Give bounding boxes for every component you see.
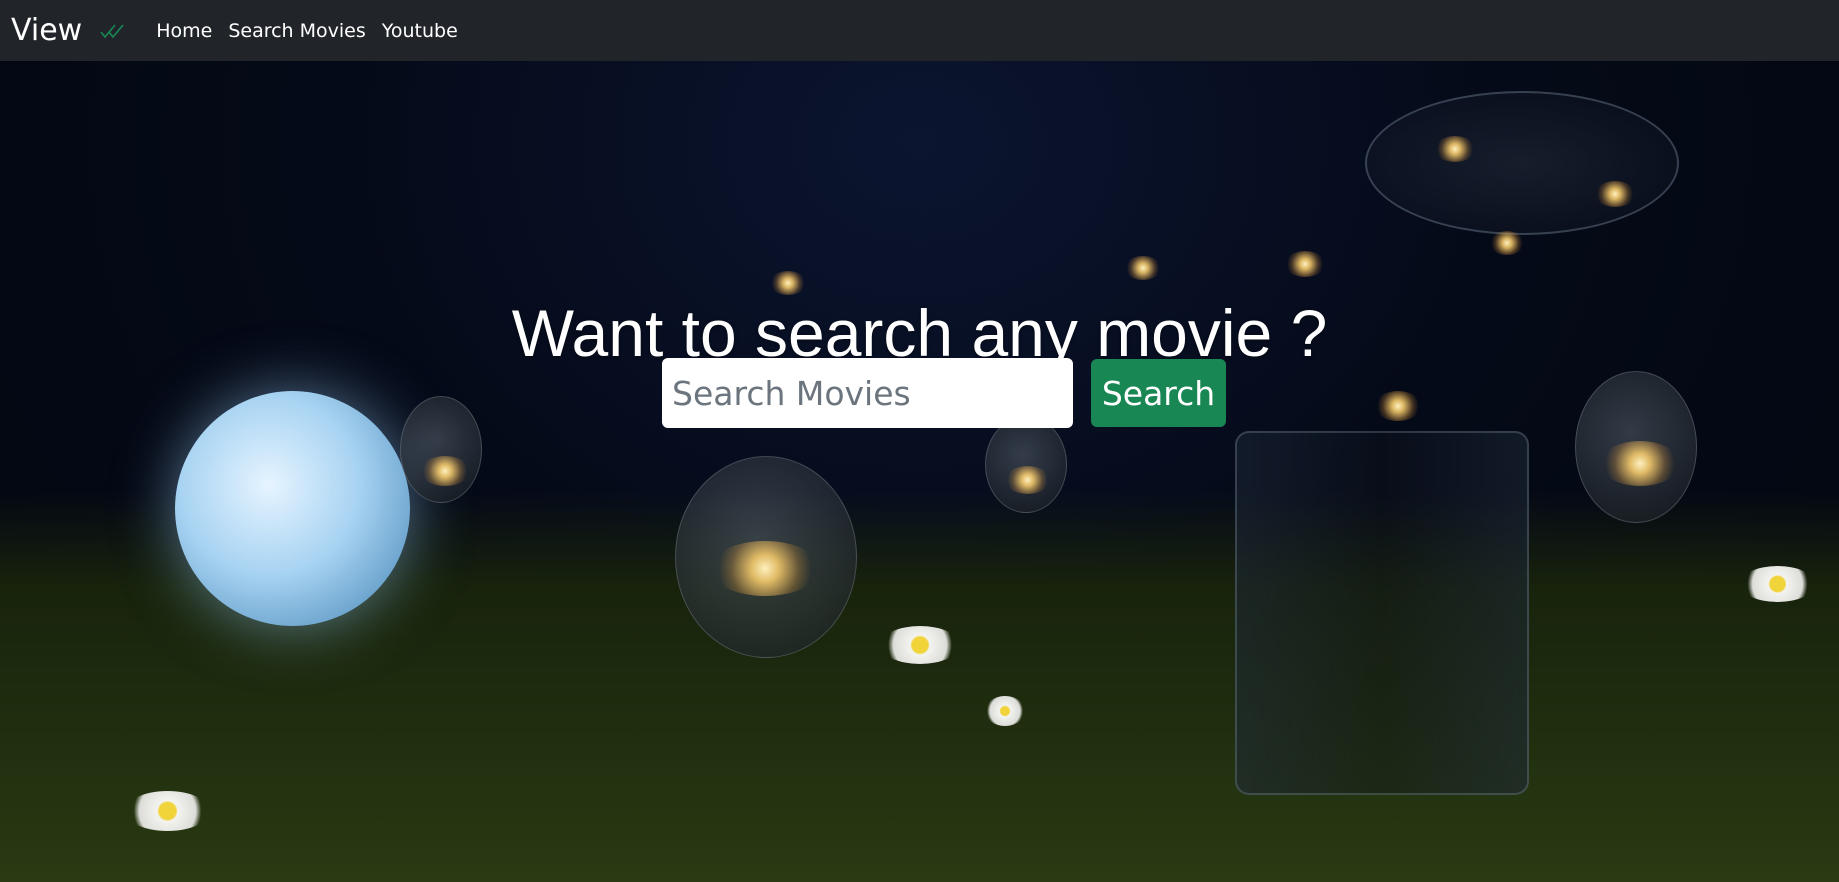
daisy-flower <box>1740 566 1815 602</box>
firefly-glow <box>1375 391 1421 421</box>
daisy-flower <box>880 626 960 664</box>
firefly-glow <box>1285 251 1325 277</box>
firefly-glow <box>1435 136 1475 162</box>
firefly-glow <box>1595 181 1635 207</box>
firefly-glow <box>770 271 806 295</box>
brand-link[interactable]: View <box>11 0 126 61</box>
firefly-glow <box>1125 256 1161 280</box>
daisy-flower <box>985 696 1025 726</box>
firefly-glow <box>420 456 470 486</box>
firefly-glow <box>710 541 820 596</box>
navbar: View Home Search Movies Youtube <box>0 0 1839 61</box>
nav-link-search-movies[interactable]: Search Movies <box>228 20 365 42</box>
daisy-flower <box>125 791 210 831</box>
moon-orb <box>175 391 410 626</box>
bulb-firefly <box>400 396 482 503</box>
firefly-glow <box>1005 466 1050 494</box>
nav-link-home[interactable]: Home <box>156 20 212 42</box>
bulb-firefly <box>985 416 1067 513</box>
brand-title: View <box>11 13 83 48</box>
nav-links: Home Search Movies Youtube <box>156 20 474 42</box>
search-form: Search <box>662 358 1226 428</box>
search-input[interactable] <box>662 358 1073 428</box>
search-button[interactable]: Search <box>1091 359 1226 427</box>
hero-section: Want to search any movie ? Search <box>0 61 1839 882</box>
glass-jar <box>1235 431 1529 795</box>
nav-link-youtube[interactable]: Youtube <box>382 20 458 42</box>
firefly-glow <box>1600 441 1680 486</box>
glass-bowl <box>1365 91 1679 235</box>
double-check-icon <box>100 23 126 39</box>
firefly-glow <box>1490 231 1524 255</box>
